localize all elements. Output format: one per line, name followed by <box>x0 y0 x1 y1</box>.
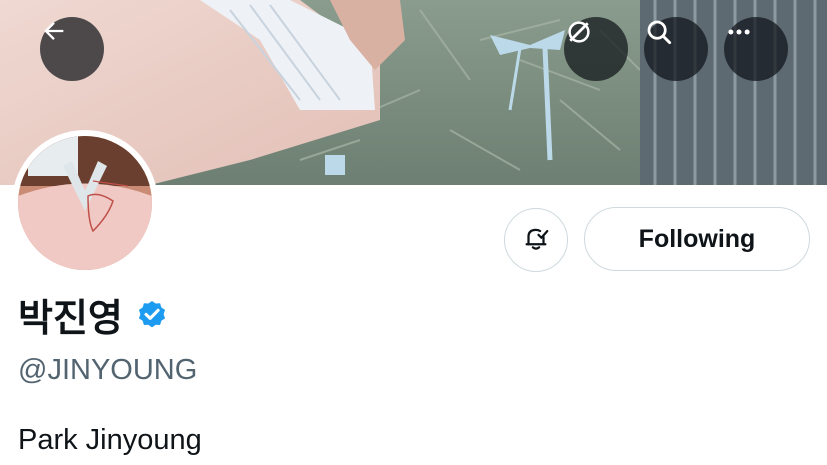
display-name-text: 박진영 <box>18 297 123 340</box>
display-name: 박진영 <box>18 290 169 340</box>
bell-check-icon <box>521 223 551 258</box>
avatar-image <box>18 136 152 270</box>
profile-bio: Park Jinyoung <box>18 424 202 456</box>
following-button-label: Following <box>638 224 756 253</box>
avatar-frame[interactable] <box>12 130 158 276</box>
back-button[interactable] <box>40 17 104 81</box>
profile-handle: @JINYOUNG <box>18 354 198 386</box>
avatar[interactable] <box>18 136 152 270</box>
verified-badge-icon[interactable] <box>135 297 169 331</box>
more-button[interactable] <box>724 17 788 81</box>
notifications-button[interactable] <box>504 208 568 272</box>
following-button[interactable]: Following <box>584 207 810 271</box>
grok-button[interactable] <box>564 17 628 81</box>
search-button[interactable] <box>644 17 708 81</box>
